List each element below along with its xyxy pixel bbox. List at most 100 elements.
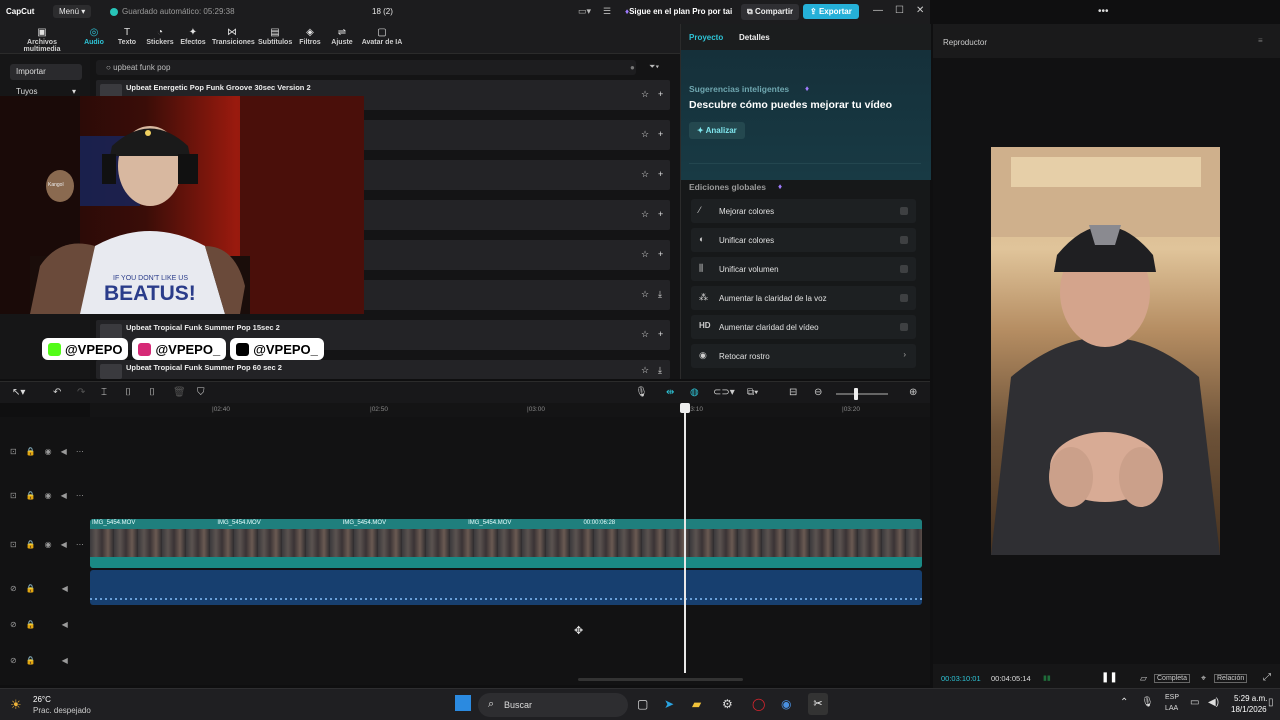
- hamburger-icon[interactable]: ≡: [1258, 36, 1263, 45]
- aspect-icon[interactable]: ▱: [1140, 673, 1147, 684]
- add-icon[interactable]: +: [658, 89, 663, 99]
- shield-icon[interactable]: ⛉: [197, 387, 205, 398]
- tool-effects[interactable]: ✦ Efectos: [180, 27, 206, 46]
- minimize-icon[interactable]: —: [873, 5, 883, 16]
- edit-voice-clarity[interactable]: ⁂ Aumentar la claridad de la voz: [691, 286, 916, 310]
- undo-icon[interactable]: ↶: [53, 387, 61, 398]
- horizontal-scrollbar[interactable]: [578, 678, 743, 681]
- edit-video-clarity[interactable]: HD Aumentar claridad del vídeo: [691, 315, 916, 339]
- maximize-icon[interactable]: ☐: [895, 5, 904, 16]
- link-clips-icon[interactable]: ⇹: [666, 387, 674, 398]
- clear-search-icon[interactable]: ●: [630, 63, 635, 72]
- tab-details[interactable]: Detalles: [739, 33, 770, 42]
- favorite-icon[interactable]: ☆: [641, 169, 649, 180]
- lock-icon[interactable]: 🔒: [26, 620, 36, 629]
- link-icon[interactable]: ⊂⊃▾: [713, 387, 735, 398]
- playhead[interactable]: [684, 403, 686, 673]
- capcut-app-icon[interactable]: ✂: [808, 693, 828, 715]
- add-icon[interactable]: +: [658, 209, 663, 219]
- lock-icon[interactable]: 🔒: [26, 584, 36, 593]
- telegram-icon[interactable]: ➤: [664, 697, 674, 711]
- split-icon[interactable]: ⌶: [101, 387, 107, 398]
- more-icon[interactable]: •••: [1098, 6, 1109, 17]
- playhead-handle[interactable]: [680, 403, 690, 413]
- fit-timeline-icon[interactable]: ⊟: [789, 387, 797, 398]
- tray-expand-icon[interactable]: ⌃: [1120, 697, 1128, 708]
- track-row[interactable]: Upbeat Tropical Funk Summer Pop 60 sec 2…: [96, 360, 670, 379]
- tool-subtitles[interactable]: ▤ Subtítulos: [258, 27, 292, 46]
- toggle[interactable]: [900, 236, 908, 244]
- more-icon[interactable]: ⋯: [76, 447, 84, 456]
- favorite-icon[interactable]: ☆: [641, 209, 649, 220]
- add-icon[interactable]: +: [658, 249, 663, 259]
- tool-stickers[interactable]: ◔ Stickers: [146, 27, 174, 46]
- edit-unify-volume[interactable]: ⫼ Unificar volumen: [691, 257, 916, 281]
- favorite-icon[interactable]: ☆: [641, 129, 649, 140]
- fit-icon[interactable]: ⌖: [1201, 673, 1206, 684]
- speaker-icon[interactable]: ◀: [62, 620, 68, 629]
- add-icon[interactable]: +: [658, 129, 663, 139]
- browser-icon[interactable]: ◉: [781, 697, 791, 711]
- analyze-button[interactable]: ✦ Analizar: [689, 122, 745, 139]
- microphone-tray-icon[interactable]: 🎙: [1141, 697, 1154, 708]
- delete-icon[interactable]: 🗑: [173, 387, 186, 398]
- search-input[interactable]: ○ upbeat funk pop: [96, 60, 636, 75]
- file-explorer-icon[interactable]: ▰: [692, 697, 701, 711]
- import-button[interactable]: Importar: [10, 64, 82, 80]
- favorite-icon[interactable]: ☆: [641, 289, 649, 300]
- snap-icon[interactable]: ◍: [690, 387, 699, 398]
- zoom-out-icon[interactable]: ⊖: [814, 387, 822, 398]
- zoom-in-icon[interactable]: ⊕: [909, 387, 917, 398]
- eye-icon[interactable]: ◉: [45, 491, 52, 500]
- tool-ai-avatar[interactable]: ▢ Avatar de IA: [361, 27, 403, 46]
- lock-icon[interactable]: 🔒: [26, 491, 36, 500]
- select-cursor-icon[interactable]: ↖▾: [12, 387, 25, 398]
- trim-left-icon[interactable]: ⌷: [125, 387, 131, 398]
- download-icon[interactable]: ⤓: [658, 365, 662, 376]
- toggle[interactable]: [900, 265, 908, 273]
- download-icon[interactable]: ⤓: [658, 289, 662, 300]
- preview-video[interactable]: [991, 147, 1220, 555]
- favorite-icon[interactable]: ☆: [641, 329, 649, 340]
- language-code[interactable]: ESP: [1165, 694, 1179, 701]
- tool-audio[interactable]: ◎ Audio: [82, 27, 106, 46]
- toggle[interactable]: [900, 207, 908, 215]
- lock-icon[interactable]: 🔒: [26, 656, 36, 665]
- full-quality-button[interactable]: Completa: [1154, 674, 1190, 683]
- eye-icon[interactable]: ◉: [45, 447, 52, 456]
- tool-adjust[interactable]: ⇌ Ajuste: [331, 27, 353, 46]
- add-icon[interactable]: +: [658, 169, 663, 179]
- opera-icon[interactable]: ◯: [752, 697, 765, 711]
- microphone-icon[interactable]: 🎙: [635, 387, 648, 398]
- pause-icon[interactable]: ❚❚: [1101, 672, 1118, 683]
- toggle[interactable]: [900, 294, 908, 302]
- speaker-icon[interactable]: ◀: [62, 656, 68, 665]
- zoom-slider[interactable]: [836, 393, 888, 395]
- lock-icon[interactable]: 🔒: [26, 447, 36, 456]
- audio-clip-track[interactable]: [90, 570, 922, 605]
- favorite-icon[interactable]: ☆: [641, 249, 649, 260]
- toggle[interactable]: [900, 323, 908, 331]
- language-layout[interactable]: LAA: [1165, 705, 1178, 712]
- add-icon[interactable]: +: [658, 329, 663, 339]
- speaker-icon[interactable]: ◀: [61, 447, 67, 456]
- menu-button[interactable]: Menú ▾: [53, 5, 92, 18]
- ratio-button[interactable]: Relación: [1214, 674, 1248, 683]
- export-button[interactable]: ⇪ Exportar: [803, 4, 859, 19]
- speaker-icon[interactable]: ◀: [61, 491, 67, 500]
- eye-icon[interactable]: ◉: [45, 540, 52, 549]
- fullscreen-icon[interactable]: ⤢: [1263, 672, 1271, 683]
- tool-media[interactable]: ▣ Archivos multimedia: [9, 27, 75, 53]
- favorite-icon[interactable]: ☆: [641, 89, 649, 100]
- edit-retouch-face[interactable]: ◉ Retocar rostro ›: [691, 344, 916, 368]
- network-icon[interactable]: ▭: [1190, 697, 1199, 708]
- trim-right-icon[interactable]: ⌷: [149, 387, 155, 398]
- favorite-icon[interactable]: ☆: [641, 365, 649, 376]
- share-button[interactable]: ⧉ Compartir: [741, 4, 800, 20]
- settings-app-icon[interactable]: ⚙: [722, 697, 733, 711]
- task-view-icon[interactable]: ▢: [637, 697, 648, 711]
- pro-plan-link[interactable]: ♦Sigue en el plan Pro por tai: [625, 7, 732, 16]
- layout-icon[interactable]: ▭▾: [578, 6, 591, 17]
- redo-icon[interactable]: ↷: [77, 387, 85, 398]
- edit-enhance-colors[interactable]: ⁄ Mejorar colores: [691, 199, 916, 223]
